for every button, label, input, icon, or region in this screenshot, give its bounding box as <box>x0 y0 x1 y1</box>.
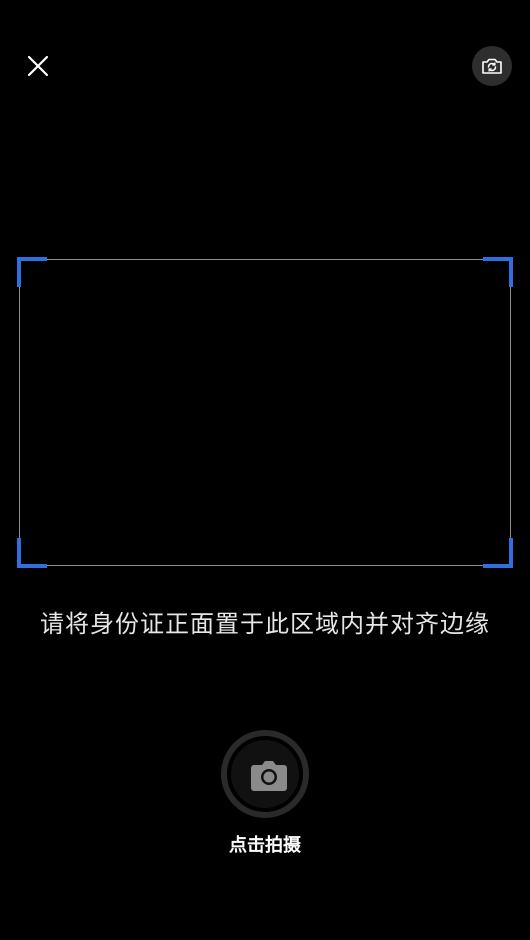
scan-frame-corner-bottom-left <box>17 538 47 568</box>
camera-icon <box>251 761 287 791</box>
scan-frame-corner-bottom-right <box>483 538 513 568</box>
scan-frame-corner-top-left <box>17 257 47 287</box>
scan-frame <box>19 259 511 566</box>
switch-camera-icon <box>482 58 502 74</box>
scan-frame-corner-top-right <box>483 257 513 287</box>
alignment-hint-text: 请将身份证正面置于此区域内并对齐边缘 <box>40 610 490 638</box>
close-icon <box>27 55 49 77</box>
switch-camera-button[interactable] <box>472 46 512 86</box>
capture-button[interactable] <box>221 730 309 818</box>
capture-label: 点击拍摄 <box>229 835 301 856</box>
close-button[interactable] <box>22 50 54 82</box>
id-card-capture-screen: 请将身份证正面置于此区域内并对齐边缘 点击拍摄 <box>0 0 530 940</box>
